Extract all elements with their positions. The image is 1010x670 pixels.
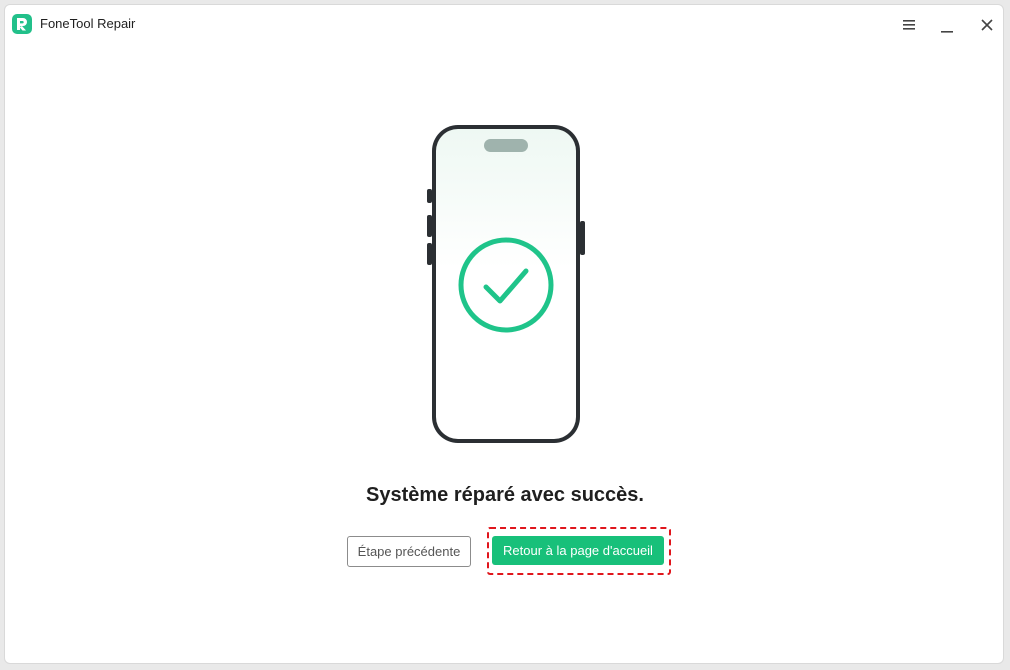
close-icon [981, 19, 993, 31]
previous-step-button[interactable]: Étape précédente [347, 536, 471, 567]
return-home-button[interactable]: Retour à la page d'accueil [492, 536, 664, 565]
minimize-button[interactable] [935, 13, 959, 37]
hamburger-menu-icon [903, 20, 915, 30]
app-title: FoneTool Repair [40, 16, 136, 31]
success-message: Système réparé avec succès. [366, 484, 644, 506]
minimize-icon [941, 31, 953, 33]
app-window: FoneTool Repair Système réparé avec succ… [4, 4, 1004, 664]
menu-button[interactable] [897, 13, 921, 37]
fonetool-logo-icon [12, 14, 32, 34]
title-bar: FoneTool Repair [5, 5, 1003, 45]
phone-success-checkmark-icon [427, 125, 585, 443]
phone-success-illustration [425, 119, 585, 449]
close-button[interactable] [975, 13, 999, 37]
